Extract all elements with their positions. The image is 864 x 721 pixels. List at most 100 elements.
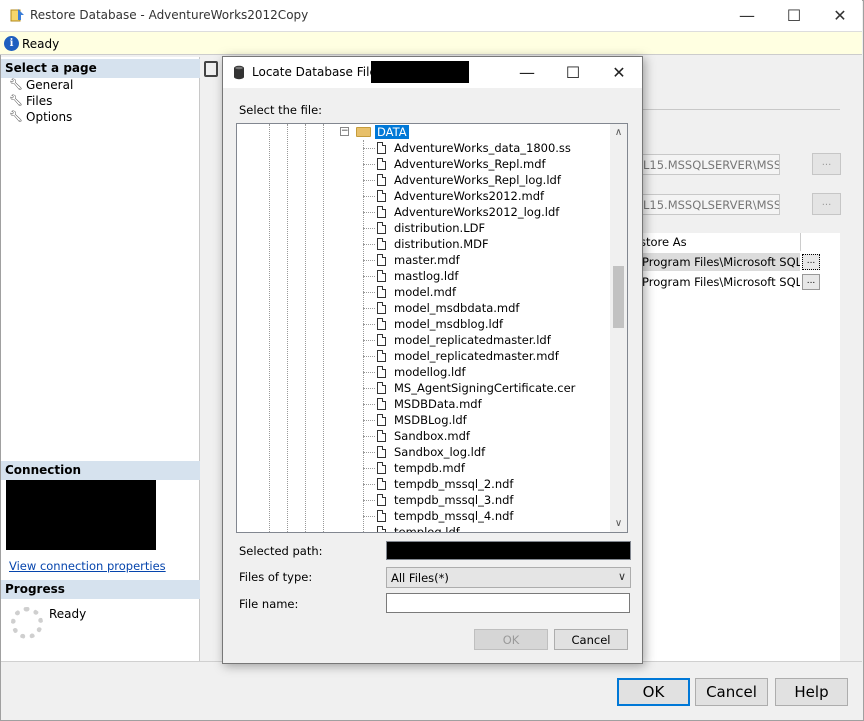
tree-file-item[interactable]: AdventureWorks_Repl.mdf <box>237 156 610 172</box>
files-of-type-label: Files of type: <box>239 570 313 584</box>
grid-row-restore-as[interactable]: Program Files\Microsoft SQL ... <box>640 273 800 291</box>
minimize-icon[interactable]: — <box>504 57 550 88</box>
data-file-folder-field[interactable]: L15.MSSQLSERVER\MSSQ <box>640 154 780 175</box>
file-name: AdventureWorks_data_1800.ss <box>394 141 571 155</box>
file-icon <box>377 510 386 522</box>
close-icon[interactable]: ✕ <box>817 0 863 31</box>
tree-file-item[interactable]: Sandbox.mdf <box>237 428 610 444</box>
maximize-icon[interactable]: ☐ <box>550 57 596 88</box>
script-icon[interactable] <box>204 61 218 77</box>
connection-header: Connection <box>1 461 200 480</box>
help-button[interactable]: Help <box>775 678 848 706</box>
tree-file-item[interactable]: tempdb_mssql_4.ndf <box>237 508 610 524</box>
grid-header-restore-as: store As <box>640 235 687 249</box>
page-item-files[interactable]: 🔧︎ Files <box>9 93 52 109</box>
files-of-type-select[interactable]: All Files(*) ∨ <box>386 567 631 588</box>
collapse-icon[interactable]: − <box>340 127 349 136</box>
selected-path-field[interactable] <box>386 541 631 560</box>
tree-file-item[interactable]: model_replicatedmaster.ldf <box>237 332 610 348</box>
tree-file-item[interactable]: tempdb_mssql_3.ndf <box>237 492 610 508</box>
tree-branch-line <box>363 244 375 245</box>
file-name-input[interactable] <box>386 593 630 613</box>
file-name: Sandbox.mdf <box>394 429 470 443</box>
browse-data-folder-button[interactable]: ... <box>812 153 841 175</box>
wrench-icon: 🔧︎ <box>9 110 23 123</box>
log-file-folder-field[interactable]: L15.MSSQLSERVER\MSSQ <box>640 194 780 215</box>
tree-file-item[interactable]: mastlog.ldf <box>237 268 610 284</box>
tree-branch-line <box>363 404 375 405</box>
file-name: tempdb_mssql_2.ndf <box>394 477 514 491</box>
tree-file-item[interactable]: distribution.MDF <box>237 236 610 252</box>
progress-header: Progress <box>1 580 200 599</box>
tree-file-item[interactable]: AdventureWorks2012.mdf <box>237 188 610 204</box>
view-connection-properties-link[interactable]: View connection properties <box>9 559 166 573</box>
tree-file-item[interactable]: distribution.LDF <box>237 220 610 236</box>
page-item-options[interactable]: 🔧︎ Options <box>9 109 72 125</box>
file-name: templog.ldf <box>394 525 460 533</box>
tree-branch-line <box>363 212 375 213</box>
browse-log-folder-button[interactable]: ... <box>812 193 841 215</box>
file-icon <box>377 270 386 282</box>
tree-branch-line <box>363 532 375 533</box>
file-tree[interactable]: − DATA AdventureWorks_data_1800.ss Advent… <box>236 123 628 533</box>
files-of-type-value: All Files(*) <box>391 571 449 585</box>
tree-file-item[interactable]: AdventureWorks2012_log.ldf <box>237 204 610 220</box>
file-name-label: File name: <box>239 597 299 611</box>
tree-file-item[interactable]: templog.ldf <box>237 524 610 533</box>
tree-file-item[interactable]: Sandbox_log.ldf <box>237 444 610 460</box>
scroll-down-icon[interactable]: ∨ <box>610 515 627 532</box>
tree-file-item[interactable]: model_msdblog.ldf <box>237 316 610 332</box>
file-icon <box>377 366 386 378</box>
tree-file-item[interactable]: model_replicatedmaster.mdf <box>237 348 610 364</box>
tree-file-item[interactable]: master.mdf <box>237 252 610 268</box>
grid-row-restore-as[interactable]: Program Files\Microsoft SQL ... <box>640 253 800 271</box>
file-icon <box>377 302 386 314</box>
tree-file-item[interactable]: modellog.ldf <box>237 364 610 380</box>
tree-branch-line <box>363 196 375 197</box>
tree-scrollbar[interactable]: ∧ ∨ <box>610 124 627 532</box>
file-icon <box>377 318 386 330</box>
tree-branch-line <box>363 516 375 517</box>
page-item-general[interactable]: 🔧︎ General <box>9 77 73 93</box>
tree-folder-data[interactable]: − DATA <box>237 124 610 140</box>
page-item-label: Options <box>26 110 73 124</box>
tree-file-item[interactable]: MSDBLog.ldf <box>237 412 610 428</box>
file-name: distribution.MDF <box>394 237 489 251</box>
file-name: tempdb.mdf <box>394 461 465 475</box>
file-icon <box>377 222 386 234</box>
tree-file-item[interactable]: model.mdf <box>237 284 610 300</box>
tree-file-item[interactable]: model_msdbdata.mdf <box>237 300 610 316</box>
server-name-redacted <box>371 61 469 83</box>
tree-file-item[interactable]: tempdb_mssql_2.ndf <box>237 476 610 492</box>
dialog-cancel-button[interactable]: Cancel <box>554 629 628 650</box>
file-icon <box>377 430 386 442</box>
file-name: AdventureWorks2012.mdf <box>394 189 545 203</box>
ok-button[interactable]: OK <box>617 678 690 706</box>
maximize-icon[interactable]: ☐ <box>771 0 817 31</box>
main-titlebar[interactable]: Restore Database - AdventureWorks2012Cop… <box>0 0 862 31</box>
restore-database-app-icon <box>10 9 24 22</box>
file-name: mastlog.ldf <box>394 269 459 283</box>
file-icon <box>377 350 386 362</box>
tree-file-item[interactable]: AdventureWorks_Repl_log.ldf <box>237 172 610 188</box>
file-icon <box>377 206 386 218</box>
tree-branch-line <box>363 148 375 149</box>
grid-row-browse-button[interactable]: ... <box>802 274 820 290</box>
cancel-button[interactable]: Cancel <box>695 678 768 706</box>
grid-row-browse-button[interactable]: ... <box>802 254 820 270</box>
dialog-ok-button[interactable]: OK <box>474 629 548 650</box>
tree-branch-line <box>363 308 375 309</box>
tree-file-item[interactable]: MS_AgentSigningCertificate.cer <box>237 380 610 396</box>
scroll-thumb[interactable] <box>613 266 624 328</box>
file-icon <box>377 238 386 250</box>
tree-branch-line <box>363 388 375 389</box>
minimize-icon[interactable]: — <box>724 0 770 31</box>
tree-file-item[interactable]: MSDBData.mdf <box>237 396 610 412</box>
dialog-titlebar[interactable]: Locate Database Files - — ☐ ✕ <box>223 57 642 88</box>
scroll-up-icon[interactable]: ∧ <box>610 124 627 141</box>
close-icon[interactable]: ✕ <box>596 57 642 88</box>
database-icon <box>234 65 244 80</box>
tree-file-item[interactable]: tempdb.mdf <box>237 460 610 476</box>
progress-status: Ready <box>49 607 87 621</box>
tree-file-item[interactable]: AdventureWorks_data_1800.ss <box>237 140 610 156</box>
